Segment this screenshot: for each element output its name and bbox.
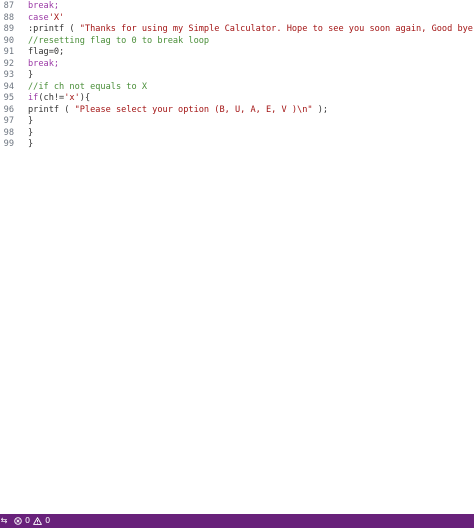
code-text: printf ( "Please select your option (B, … bbox=[28, 105, 328, 117]
code-token: } bbox=[28, 116, 34, 126]
code-line[interactable]: 90 //resetting flag to 0 to break loop bbox=[0, 36, 474, 48]
code-token: :printf ( bbox=[28, 24, 80, 34]
line-number: 90 bbox=[3, 35, 14, 46]
code-token: if bbox=[28, 93, 39, 103]
line-number: 95 bbox=[3, 93, 14, 103]
code-text: if(ch!='x'){ bbox=[28, 93, 90, 105]
warning-triangle-icon bbox=[33, 517, 42, 525]
code-token: printf ( bbox=[28, 104, 75, 115]
warnings-count: 0 bbox=[45, 516, 51, 525]
code-token: (ch!= bbox=[38, 93, 65, 103]
code-text: } bbox=[28, 128, 33, 140]
line-number: 94 bbox=[3, 81, 14, 92]
line-number: 96 bbox=[3, 104, 14, 115]
code-text: //if ch not equals to X bbox=[28, 82, 147, 94]
code-line[interactable]: 93} bbox=[0, 70, 474, 82]
code-token: } bbox=[28, 139, 34, 149]
code-text: } bbox=[28, 139, 33, 151]
code-token: ){ bbox=[79, 93, 91, 103]
code-text: flag=0; bbox=[28, 47, 64, 59]
code-token: ); bbox=[312, 104, 329, 115]
line-number: 91 bbox=[3, 47, 14, 57]
code-line[interactable]: 94 //if ch not equals to X bbox=[0, 82, 474, 94]
code-token: } bbox=[28, 70, 34, 80]
code-line[interactable]: 95 if(ch!='x'){ bbox=[0, 93, 474, 105]
code-line[interactable]: 97} bbox=[0, 116, 474, 128]
line-number: 99 bbox=[3, 139, 14, 149]
code-line[interactable]: 89 :printf ( "Thanks for using my Simple … bbox=[0, 24, 474, 36]
line-number: 93 bbox=[3, 70, 14, 80]
code-token: 'X' bbox=[48, 12, 65, 23]
problems-indicator[interactable]: 0 0 bbox=[14, 514, 50, 528]
status-bar: ⇆ 0 0 bbox=[0, 514, 474, 528]
code-line[interactable]: 98} bbox=[0, 128, 474, 140]
line-number: 88 bbox=[3, 12, 14, 23]
code-text: } bbox=[28, 116, 33, 128]
remote-indicator-icon[interactable]: ⇆ bbox=[0, 514, 8, 528]
code-text: break; bbox=[28, 1, 59, 13]
code-text: } bbox=[28, 70, 33, 82]
code-text: //resetting flag to 0 to break loop bbox=[28, 36, 209, 48]
code-line[interactable]: 87 break; bbox=[0, 1, 474, 13]
code-line[interactable]: 88 case'X' bbox=[0, 13, 474, 25]
code-token: //if ch not equals to X bbox=[28, 81, 147, 92]
code-token: flag=0; bbox=[28, 47, 65, 57]
line-number: 89 bbox=[3, 24, 14, 34]
code-line[interactable]: 91 flag=0; bbox=[0, 47, 474, 59]
code-token: break; bbox=[28, 1, 60, 11]
code-token: 'x' bbox=[64, 93, 80, 103]
code-text: :printf ( "Thanks for using my Simple Ca… bbox=[28, 24, 474, 36]
code-token: //resetting flag to 0 to break loop bbox=[28, 35, 210, 46]
code-token: } bbox=[28, 127, 34, 138]
errors-count: 0 bbox=[25, 516, 31, 525]
code-token: case bbox=[28, 12, 49, 23]
code-editor[interactable]: 87 break; 88 case'X' 89 :printf ( "Thanks for… bbox=[0, 0, 474, 514]
line-number: 92 bbox=[3, 58, 14, 69]
line-number: 98 bbox=[3, 127, 14, 138]
code-line[interactable]: 92 break; bbox=[0, 59, 474, 71]
line-number: 87 bbox=[3, 1, 14, 11]
code-line[interactable]: 99} bbox=[0, 139, 474, 151]
code-text: break; bbox=[28, 59, 59, 71]
code-token: "Please select your option (B, U, A, E, … bbox=[74, 104, 313, 115]
line-number: 97 bbox=[3, 116, 14, 126]
code-line[interactable]: 96 printf ( "Please select your option (B… bbox=[0, 105, 474, 117]
error-circle-icon bbox=[14, 517, 22, 525]
code-token: "Thanks for using my Simple Calculator. … bbox=[79, 24, 474, 34]
code-token: break; bbox=[28, 58, 60, 69]
code-text: case'X' bbox=[28, 13, 64, 25]
